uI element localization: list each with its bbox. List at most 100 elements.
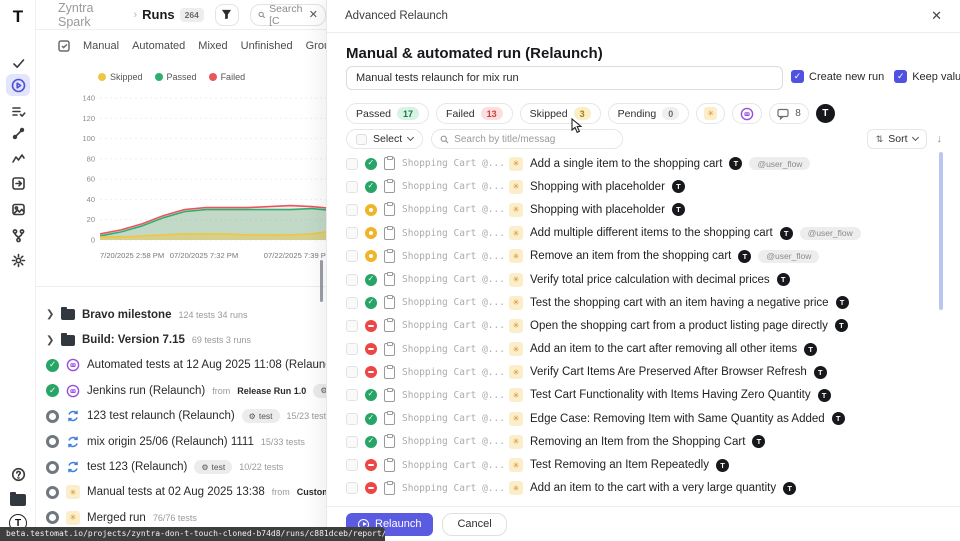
sidebar-import-icon[interactable] [6, 172, 30, 194]
test-row[interactable]: Shopping Cart @...✳Edge Case: Removing I… [346, 407, 936, 430]
test-row[interactable]: Shopping Cart @...✳Removing an Item from… [346, 430, 936, 453]
breadcrumb-section[interactable]: Runs [142, 7, 175, 22]
test-row[interactable]: Shopping Cart @...✳Shopping with placeho… [346, 198, 936, 221]
test-row[interactable]: Shopping Cart @...✳Add multiple differen… [346, 222, 936, 245]
run-row[interactable]: test 123 (Relaunch)test10/22 tests [46, 454, 346, 479]
test-row[interactable]: Shopping Cart @...✳Verify Cart Items Are… [346, 361, 936, 384]
search-clear-icon[interactable]: ✕ [309, 8, 318, 21]
test-title[interactable]: Test Cart Functionality with Items Havin… [530, 389, 811, 401]
modal-scrollbar[interactable] [939, 152, 943, 310]
test-title[interactable]: Add an item to the cart after removing a… [530, 343, 797, 355]
filter-chip-automated-robot-icon[interactable] [732, 103, 762, 124]
cancel-button[interactable]: Cancel [442, 513, 506, 536]
test-title[interactable]: Remove an item from the shopping cart [530, 250, 731, 262]
folder-row[interactable]: ❯Bravo milestone124 tests 34 runs [46, 302, 346, 327]
test-row[interactable]: Shopping Cart @...✳Test Cart Functionali… [346, 384, 936, 407]
chevron-right-icon[interactable]: ❯ [46, 309, 54, 320]
row-checkbox[interactable] [346, 366, 358, 378]
chevron-right-icon[interactable]: ❯ [46, 335, 54, 346]
legend-passed[interactable]: Passed [155, 72, 197, 82]
row-checkbox[interactable] [346, 204, 358, 216]
test-title[interactable]: Add multiple different items to the shop… [530, 227, 773, 239]
checkbox-keep-values[interactable]: ✓Keep values? [894, 70, 960, 83]
filter-chip-passed[interactable]: Passed17 [346, 103, 429, 124]
test-row[interactable]: Shopping Cart @...✳Remove an item from t… [346, 245, 936, 268]
test-title[interactable]: Add an item to the cart with a very larg… [530, 482, 776, 494]
test-title[interactable]: Add a single item to the shopping cart [530, 158, 722, 170]
legend-failed[interactable]: Failed [209, 72, 246, 82]
sidebar-analytics-icon[interactable] [6, 147, 30, 169]
row-checkbox[interactable] [346, 250, 358, 262]
filter-chip-failed[interactable]: Failed13 [436, 103, 513, 124]
row-checkbox[interactable] [346, 482, 358, 494]
run-row[interactable]: Automated tests at 12 Aug 2025 11:08 (Re… [46, 353, 346, 378]
row-checkbox[interactable] [346, 227, 358, 239]
test-row[interactable]: Shopping Cart @...✳Add a single item to … [346, 152, 936, 175]
row-checkbox[interactable] [346, 320, 358, 332]
checkbox-create-new-run[interactable]: ✓Create new run [791, 70, 884, 83]
main-scrollbar[interactable] [320, 260, 323, 302]
close-icon[interactable]: ✕ [931, 8, 942, 24]
checkbox-checked-icon[interactable]: ✓ [791, 70, 804, 83]
sidebar-folder-icon[interactable] [6, 489, 30, 511]
row-checkbox[interactable] [346, 297, 358, 309]
test-title[interactable]: Test Removing an Item Repeatedly [530, 459, 709, 471]
run-row[interactable]: ✳Manual tests at 02 Aug 2025 13:38fromCu… [46, 480, 346, 505]
breadcrumb-project[interactable]: Zyntra Spark [58, 1, 128, 29]
test-row[interactable]: Shopping Cart @...✳Test Removing an Item… [346, 453, 936, 476]
filter-button[interactable] [215, 4, 239, 26]
run-title-input[interactable] [346, 66, 783, 90]
test-row[interactable]: Shopping Cart @...✳Shopping with placeho… [346, 175, 936, 198]
checkbox-checked-icon[interactable]: ✓ [894, 70, 907, 83]
legend-skipped[interactable]: Skipped [98, 72, 143, 82]
row-checkbox[interactable] [346, 459, 358, 471]
sidebar-runs-play-icon[interactable] [6, 74, 30, 96]
tab-automated[interactable]: Automated [132, 40, 185, 52]
select-checkbox[interactable] [356, 134, 367, 145]
row-checkbox[interactable] [346, 343, 358, 355]
download-arrow-icon[interactable]: ↓ [937, 133, 943, 145]
tab-unfinished[interactable]: Unfinished [241, 40, 293, 52]
row-checkbox[interactable] [346, 389, 358, 401]
row-checkbox[interactable] [346, 436, 358, 448]
test-title[interactable]: Open the shopping cart from a product li… [530, 320, 828, 332]
sidebar-branch-icon[interactable] [6, 224, 30, 246]
sidebar-check-icon[interactable] [6, 52, 30, 74]
sidebar-settings-gear-icon[interactable] [6, 249, 30, 271]
test-row[interactable]: Shopping Cart @...✳Verify total price ca… [346, 268, 936, 291]
test-title[interactable]: Shopping with placeholder [530, 181, 665, 193]
test-row[interactable]: Shopping Cart @...✳Open the shopping car… [346, 314, 936, 337]
row-checkbox[interactable] [346, 158, 358, 170]
test-title[interactable]: Verify total price calculation with deci… [530, 274, 770, 286]
filter-chip-skipped[interactable]: Skipped3 [520, 103, 601, 124]
test-row[interactable]: Shopping Cart @...✳Test the shopping car… [346, 291, 936, 314]
sort-button[interactable]: ⇅ Sort [867, 129, 927, 149]
row-checkbox[interactable] [346, 413, 358, 425]
test-title[interactable]: Removing an Item from the Shopping Cart [530, 436, 745, 448]
sidebar-report-image-icon[interactable] [6, 198, 30, 220]
test-title[interactable]: Edge Case: Removing Item with Same Quant… [530, 413, 825, 425]
test-title[interactable]: Test the shopping cart with an item havi… [530, 297, 829, 309]
filter-chip-pending[interactable]: Pending0 [608, 103, 690, 124]
test-row[interactable]: Shopping Cart @...✳Add an item to the ca… [346, 477, 936, 500]
sidebar-list-check-icon[interactable] [6, 100, 30, 122]
tests-search-input[interactable]: Search by title/messag [431, 129, 623, 149]
test-row[interactable]: Shopping Cart @...✳Add an item to the ca… [346, 338, 936, 361]
assignee-avatar[interactable]: T [816, 104, 835, 123]
run-row[interactable]: mix origin 25/06 (Relaunch) 111115/33 te… [46, 429, 346, 454]
global-search-input[interactable]: Search [C ✕ [250, 4, 327, 26]
app-logo[interactable]: T [8, 7, 28, 27]
folder-row[interactable]: ❯Build: Version 7.1569 tests 3 runs [46, 327, 346, 352]
run-row[interactable]: 123 test relaunch (Relaunch)test15/23 te… [46, 404, 346, 429]
row-checkbox[interactable] [346, 274, 358, 286]
sidebar-pulse-icon[interactable] [6, 122, 30, 144]
filter-chip-manual-spark-icon[interactable]: ✳ [696, 103, 725, 124]
row-checkbox[interactable] [346, 181, 358, 193]
filter-chip-comments-icon[interactable]: 8 [769, 103, 809, 124]
tab-manual[interactable]: Manual [83, 40, 119, 52]
test-title[interactable]: Shopping with placeholder [530, 204, 665, 216]
test-title[interactable]: Verify Cart Items Are Preserved After Br… [530, 366, 807, 378]
edit-select-icon[interactable] [58, 40, 70, 52]
run-row[interactable]: Jenkins run (Relaunch)fromRelease Run 1.… [46, 378, 346, 403]
sidebar-help-icon[interactable] [6, 463, 30, 485]
